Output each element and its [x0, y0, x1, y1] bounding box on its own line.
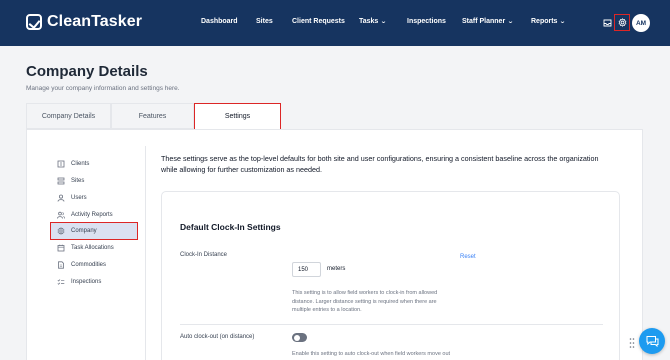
sidebar-item-label: Company	[71, 228, 97, 234]
sidebar-item-users[interactable]: Users	[57, 193, 87, 203]
document-icon	[57, 261, 65, 269]
page-title: Company Details	[26, 63, 148, 80]
sidebar-divider	[145, 146, 146, 360]
settings-intro-text: These settings serve as the top-level de…	[161, 154, 599, 174]
sidebar-item-sites[interactable]: Sites	[57, 176, 84, 186]
inbox-button[interactable]	[599, 14, 615, 31]
tab-features[interactable]: Features	[111, 103, 194, 129]
tab-company-details[interactable]: Company Details	[26, 103, 111, 129]
distance-unit-label: meters	[327, 266, 346, 272]
checklist-icon	[57, 278, 65, 286]
nav-inspections[interactable]: Inspections	[407, 18, 446, 25]
nav-tasks[interactable]: Tasks ⌄	[359, 18, 388, 25]
nav-reports[interactable]: Reports ⌄	[531, 18, 567, 25]
nav-client-requests-label: Client Requests	[292, 18, 345, 25]
sidebar-item-label: Task Allocations	[71, 245, 114, 251]
section-title: Default Clock-In Settings	[180, 222, 281, 232]
tab-settings-label: Settings	[224, 113, 251, 120]
auto-clock-out-label: Auto clock-out (on distance)	[180, 334, 255, 340]
nav-sites-label: Sites	[256, 18, 273, 25]
nav-client-requests[interactable]: Client Requests	[292, 18, 345, 25]
auto-clock-out-toggle[interactable]	[292, 333, 307, 342]
reset-link[interactable]: Reset	[460, 254, 476, 260]
sidebar-item-label: Activity Reports	[71, 212, 113, 218]
page-subtitle: Manage your company information and sett…	[26, 85, 180, 92]
logo-check-icon	[26, 14, 42, 30]
clock-in-settings-card: Default Clock-In Settings Clock-In Dista…	[161, 191, 620, 360]
section-divider	[180, 324, 603, 325]
nav-dashboard[interactable]: Dashboard	[201, 18, 238, 25]
nav-tasks-label: Tasks	[359, 18, 379, 25]
drag-handle-icon[interactable]	[629, 337, 635, 349]
sidebar-item-commodities[interactable]: Commodities	[57, 260, 106, 270]
tab-bar: Company Details Features Settings	[26, 103, 643, 130]
app-name: CleanTasker	[47, 13, 143, 30]
users-icon	[57, 211, 65, 219]
clock-in-distance-input[interactable]: 150	[292, 262, 321, 277]
stack-icon	[57, 177, 65, 185]
settings-button[interactable]	[614, 14, 630, 31]
sidebar-item-label: Inspections	[71, 279, 102, 285]
tab-company-details-label: Company Details	[41, 112, 96, 120]
chevron-down-icon: ⌄	[380, 19, 388, 25]
nav-staff-planner-label: Staff Planner	[462, 18, 506, 25]
nav-staff-planner[interactable]: Staff Planner ⌄	[462, 18, 514, 25]
calendar-icon	[57, 244, 65, 252]
user-icon	[57, 194, 65, 202]
sidebar-item-label: Sites	[71, 178, 85, 184]
sidebar-item-clients[interactable]: Clients	[57, 159, 89, 169]
tab-settings[interactable]: Settings	[194, 103, 281, 130]
sidebar-item-company[interactable]: Company	[57, 226, 97, 236]
inbox-icon	[603, 19, 611, 26]
settings-panel: Clients Sites Users Activity Reports Com…	[26, 129, 643, 360]
chat-button[interactable]	[639, 328, 665, 354]
gear-icon	[57, 227, 65, 235]
auto-clock-out-help: Enable this setting to auto clock-out wh…	[292, 351, 451, 360]
nav-sites[interactable]: Sites	[256, 18, 273, 25]
tab-features-label: Features	[138, 112, 167, 120]
building-icon	[57, 160, 65, 168]
nav-inspections-label: Inspections	[407, 18, 446, 25]
app-logo[interactable]: CleanTasker	[26, 13, 142, 31]
chat-icon	[646, 336, 658, 347]
nav-reports-label: Reports	[531, 18, 558, 25]
nav-dashboard-label: Dashboard	[201, 18, 238, 25]
sidebar-item-activity-reports[interactable]: Activity Reports	[57, 210, 113, 220]
user-avatar[interactable]: AM	[632, 14, 650, 32]
sidebar-item-label: Clients	[71, 161, 90, 167]
clock-in-distance-label: Clock-In Distance	[180, 252, 228, 258]
clock-in-distance-help: This setting is to allow field workers t…	[292, 290, 438, 313]
chevron-down-icon: ⌄	[559, 19, 567, 25]
sidebar-item-inspections[interactable]: Inspections	[57, 277, 101, 287]
sidebar-item-label: Commodities	[71, 262, 107, 268]
sidebar-item-task-allocations[interactable]: Task Allocations	[57, 243, 114, 253]
clock-in-distance-value: 150	[298, 266, 309, 273]
sidebar-item-label: Users	[71, 195, 87, 201]
chevron-down-icon: ⌄	[507, 19, 514, 25]
gear-icon	[618, 18, 626, 27]
top-navigation-bar: CleanTasker Dashboard Sites Client Reque…	[0, 0, 670, 46]
